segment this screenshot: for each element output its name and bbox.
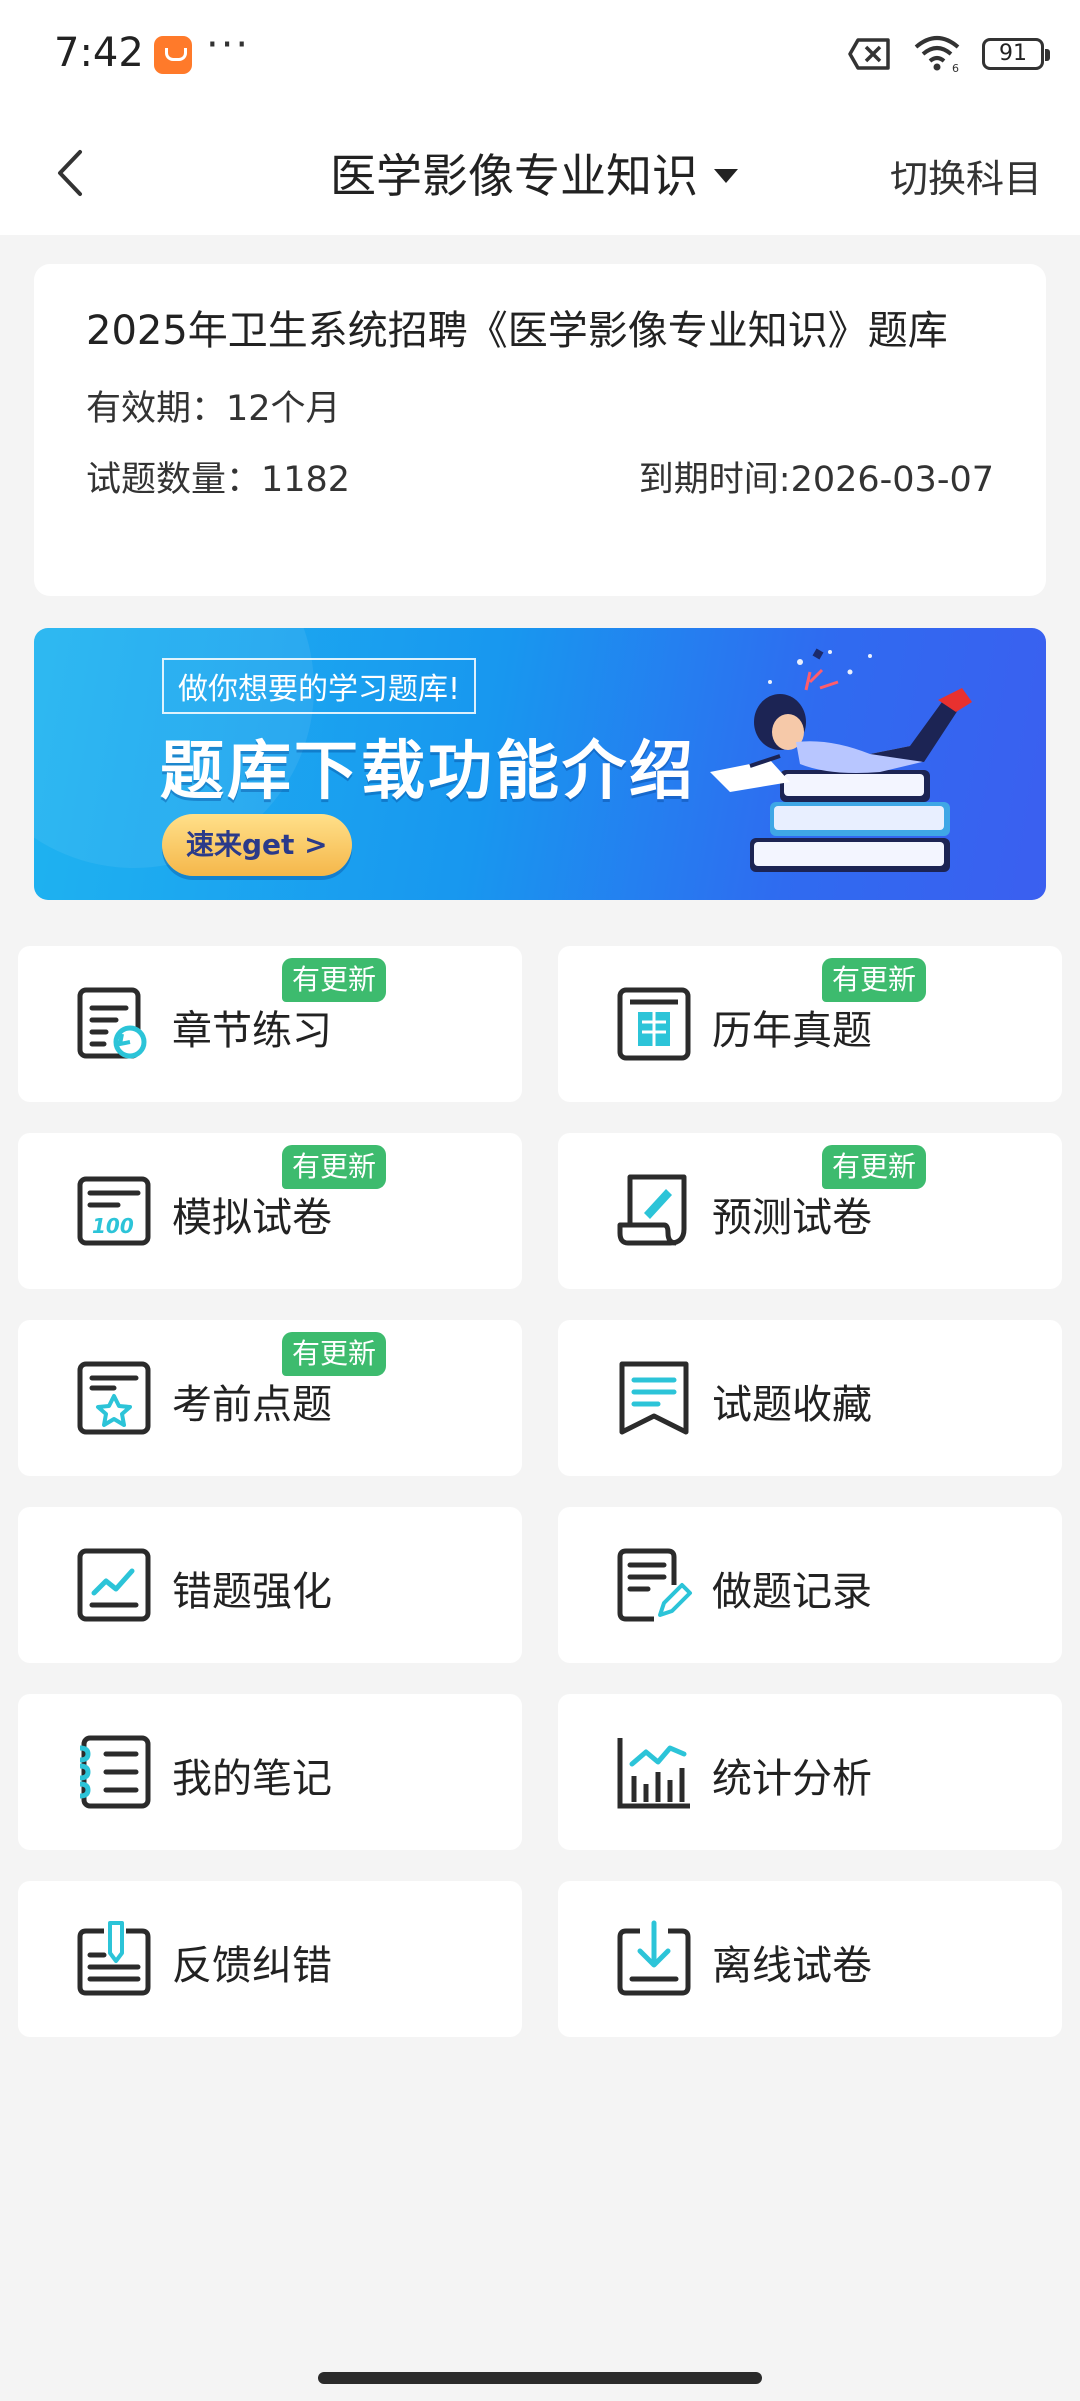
no-sim-icon (848, 38, 890, 70)
subject-selector[interactable]: 医学影像专业知识 (330, 138, 738, 208)
chapter-practice-icon (77, 987, 147, 1059)
menu-chapter-practice[interactable]: 章节练习 有更新 (18, 946, 522, 1102)
menu-notes[interactable]: 我的笔记 (18, 1694, 522, 1850)
count-expiry-row: 试题数量：1182 到期时间:2026-03-07 (86, 451, 994, 502)
app-notification-icon (154, 36, 192, 74)
offline-download-icon (617, 1920, 691, 1996)
question-bank-info-card: 2025年卫生系统招聘《医学影像专业知识》题库 有效期：12个月 试题数量：11… (34, 264, 1046, 596)
svg-text:100: 100 (92, 1214, 134, 1238)
banner-subtitle: 做你想要的学习题库! (162, 658, 477, 714)
update-badge: 有更新 (822, 958, 927, 1002)
forecast-paper-icon (617, 1174, 687, 1246)
menu-label: 章节练习 (172, 1008, 332, 1054)
mock-paper-icon: 100 (77, 1176, 151, 1246)
validity-text: 有效期：12个月 (86, 389, 341, 429)
past-exams-icon (617, 987, 691, 1061)
menu-label: 预测试卷 (712, 1195, 872, 1241)
home-indicator[interactable] (318, 2372, 762, 2384)
wrong-questions-icon (77, 1548, 151, 1622)
banner-get-button[interactable]: 速来get > (162, 814, 352, 876)
menu-label: 错题强化 (172, 1569, 332, 1615)
validity-row: 有效期：12个月 (86, 380, 994, 431)
practice-record-icon (617, 1548, 692, 1622)
status-bar: 7:42 ··· 6 91 (0, 0, 1080, 110)
student-reading-illustration (710, 648, 972, 872)
question-count-text: 试题数量：1182 (86, 460, 351, 500)
menu-wrong-questions[interactable]: 错题强化 (18, 1507, 522, 1663)
update-badge: 有更新 (822, 1145, 927, 1189)
update-badge: 有更新 (282, 1332, 387, 1376)
menu-label: 模拟试卷 (172, 1195, 332, 1241)
svg-text:6: 6 (952, 62, 959, 73)
page-title: 医学影像专业知识 (330, 149, 698, 203)
menu-statistics[interactable]: 统计分析 (558, 1694, 1062, 1850)
favorites-icon (619, 1361, 689, 1435)
statistics-icon (617, 1738, 690, 1809)
menu-label: 试题收藏 (712, 1382, 872, 1428)
menu-label: 历年真题 (712, 1008, 872, 1054)
wifi-icon: 6 (914, 36, 960, 73)
menu-key-points[interactable]: 考前点题 有更新 (18, 1320, 522, 1476)
battery-icon: 91 (982, 38, 1050, 70)
update-badge: 有更新 (282, 1145, 387, 1189)
menu-label: 统计分析 (712, 1756, 872, 1802)
nav-bar: 医学影像专业知识 切换科目 (0, 110, 1080, 235)
key-points-icon (77, 1361, 151, 1435)
notes-icon (79, 1735, 151, 1809)
menu-offline-paper[interactable]: 离线试卷 (558, 1881, 1062, 2037)
menu-forecast-paper[interactable]: 预测试卷 有更新 (558, 1133, 1062, 1289)
question-bank-title: 2025年卫生系统招聘《医学影像专业知识》题库 (86, 308, 948, 354)
download-feature-banner[interactable]: 做你想要的学习题库! 题库下载功能介绍 速来get > (34, 628, 1046, 900)
caret-down-icon (714, 169, 738, 183)
switch-subject-button[interactable]: 切换科目 (890, 148, 1042, 203)
menu-label: 离线试卷 (712, 1943, 872, 1989)
menu-practice-record[interactable]: 做题记录 (558, 1507, 1062, 1663)
menu-favorites[interactable]: 试题收藏 (558, 1320, 1062, 1476)
status-time: 7:42 (54, 30, 144, 76)
menu-mock-paper[interactable]: 100 模拟试卷 有更新 (18, 1133, 522, 1289)
status-icons: 6 91 (848, 34, 1050, 74)
menu-label: 我的笔记 (172, 1756, 332, 1802)
menu-label: 做题记录 (712, 1569, 872, 1615)
menu-past-exams[interactable]: 历年真题 有更新 (558, 946, 1062, 1102)
expiry-date-text: 到期时间:2026-03-07 (638, 460, 994, 500)
update-badge: 有更新 (282, 958, 387, 1002)
menu-label: 反馈纠错 (172, 1943, 332, 1989)
more-notifications-indicator: ··· (206, 22, 251, 68)
menu-label: 考前点题 (172, 1382, 332, 1428)
menu-feedback[interactable]: 反馈纠错 (18, 1881, 522, 2037)
back-arrow-icon[interactable] (40, 138, 110, 208)
banner-title: 题库下载功能介绍 (160, 735, 696, 809)
feedback-icon (77, 1921, 151, 1996)
